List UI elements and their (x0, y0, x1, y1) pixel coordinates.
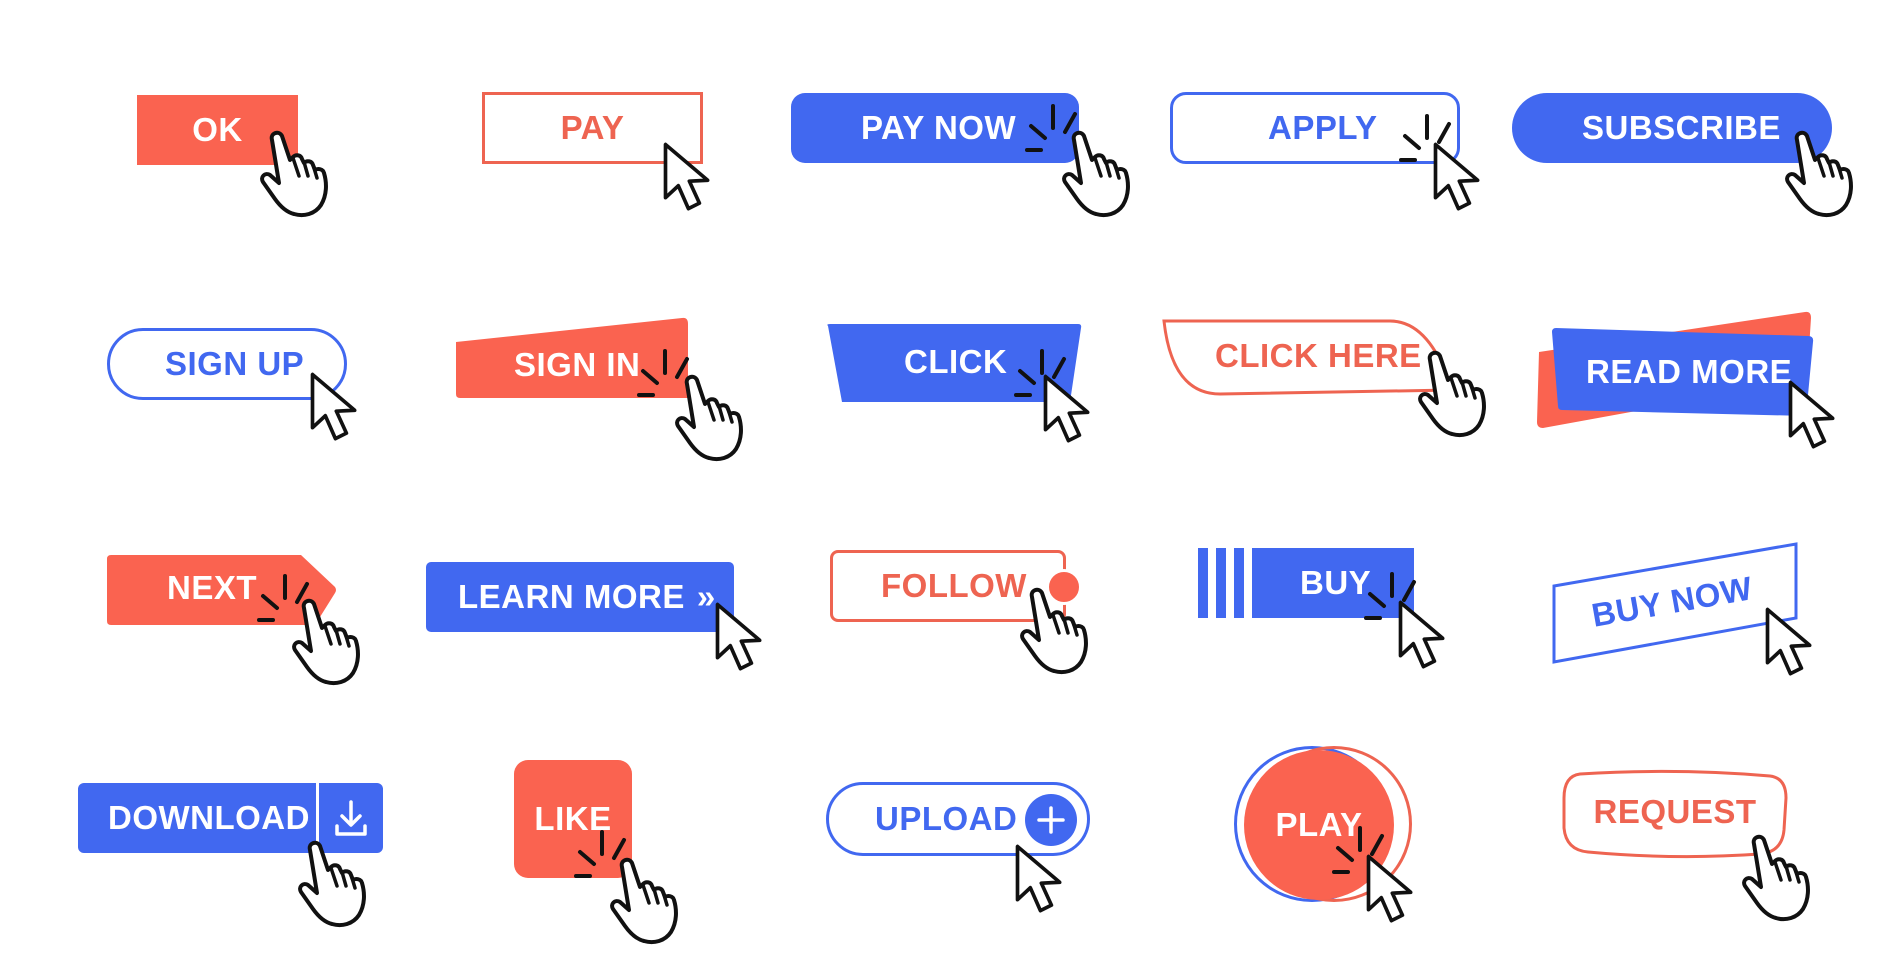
next-button-label: NEXT (167, 569, 258, 606)
download-button[interactable]: DOWNLOAD (78, 783, 316, 853)
buy-stripe-2 (1216, 548, 1226, 618)
request-button-label: REQUEST (1593, 793, 1757, 830)
plus-icon[interactable] (1025, 794, 1077, 846)
pay-button-label: PAY (560, 109, 625, 146)
notification-dot (1046, 569, 1082, 605)
follow-button-label: FOLLOW (881, 567, 1027, 604)
sign-up-button-label: SIGN UP (165, 345, 305, 382)
double-chevron-right-icon: » (696, 578, 716, 615)
read-more-button[interactable]: READ MORE (1548, 334, 1818, 410)
click-button[interactable]: CLICK (824, 322, 1084, 402)
like-button[interactable]: LIKE (514, 760, 632, 878)
buy-button[interactable]: BUY (1252, 548, 1414, 618)
upload-button-label: UPLOAD (875, 800, 1018, 837)
click-button-label: CLICK (904, 343, 1008, 380)
click-here-button-label: CLICK HERE (1215, 337, 1422, 374)
apply-button[interactable]: APPLY (1170, 92, 1460, 164)
follow-button[interactable]: FOLLOW (830, 550, 1066, 622)
learn-more-button-label: LEARN MORE (458, 578, 685, 615)
pay-now-button-label: PAY NOW (861, 109, 1017, 146)
buy-stripe-3 (1234, 548, 1244, 618)
click-here-button[interactable]: CLICK HERE (1160, 318, 1460, 394)
sign-up-button[interactable]: SIGN UP (107, 328, 347, 400)
play-button[interactable]: PLAY (1244, 750, 1394, 900)
buy-stripe-1 (1198, 548, 1208, 618)
sign-in-button[interactable]: SIGN IN (452, 330, 692, 400)
download-button-label: DOWNLOAD (108, 799, 310, 836)
download-icon (335, 800, 367, 836)
play-button-label: PLAY (1275, 806, 1363, 843)
buy-button-label: BUY (1300, 564, 1372, 601)
next-button[interactable]: NEXT (105, 553, 337, 623)
like-button-label: LIKE (534, 800, 612, 837)
learn-more-button[interactable]: LEARN MORE » (426, 562, 734, 632)
request-button[interactable]: REQUEST (1560, 768, 1790, 856)
read-more-button-label: READ MORE (1586, 353, 1793, 390)
ok-button-label: OK (192, 111, 243, 148)
sign-in-button-label: SIGN IN (514, 346, 641, 383)
download-icon-button[interactable] (319, 783, 383, 853)
apply-button-label: APPLY (1268, 109, 1378, 146)
subscribe-button[interactable]: SUBSCRIBE (1512, 93, 1832, 163)
pay-now-button[interactable]: PAY NOW (791, 93, 1079, 163)
subscribe-button-label: SUBSCRIBE (1582, 109, 1781, 146)
ok-button[interactable]: OK (137, 95, 298, 165)
pay-button[interactable]: PAY (482, 92, 703, 164)
